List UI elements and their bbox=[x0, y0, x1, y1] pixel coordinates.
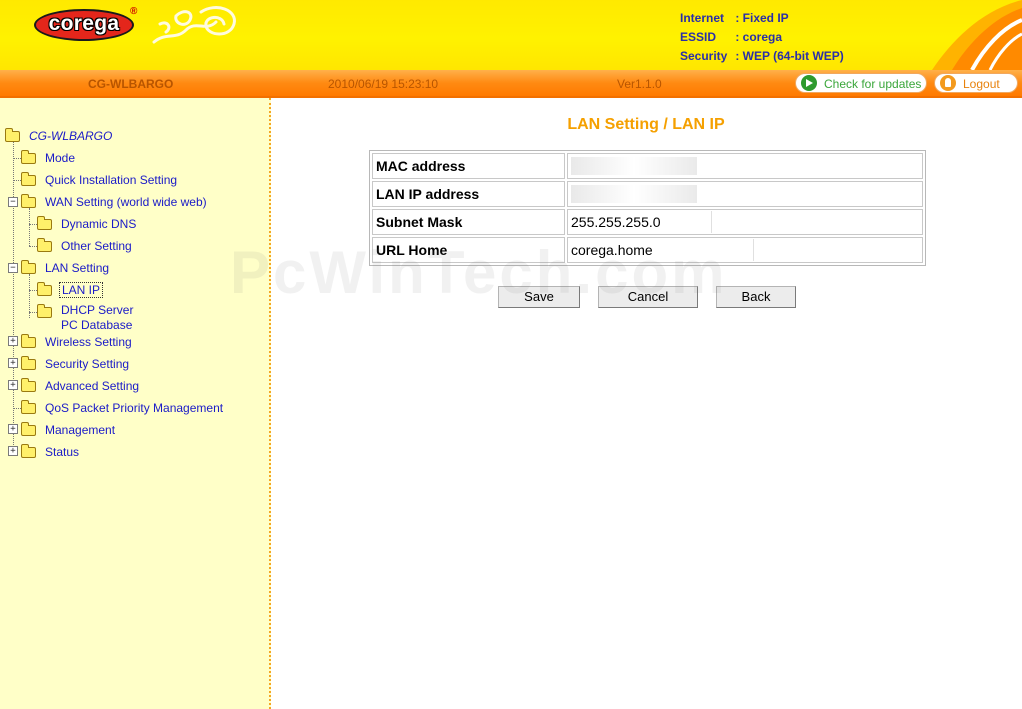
page-title: LAN Setting / LAN IP bbox=[567, 116, 725, 133]
form-row-lan-ip: LAN IP address bbox=[372, 181, 923, 207]
tree-line bbox=[13, 158, 21, 159]
folder-icon bbox=[21, 172, 36, 186]
info-key: Internet bbox=[680, 11, 725, 25]
tree-line bbox=[13, 408, 21, 409]
sidebar-item-label[interactable]: Dynamic DNS bbox=[61, 217, 136, 231]
info-internet: Internet : Fixed IP bbox=[680, 11, 844, 30]
tree-line bbox=[29, 208, 30, 246]
field-label: URL Home bbox=[372, 237, 565, 263]
sidebar-item-label[interactable]: Security Setting bbox=[45, 357, 129, 371]
folder-icon bbox=[37, 304, 52, 318]
field-label: Subnet Mask bbox=[372, 209, 565, 235]
tree-root-label[interactable]: CG-WLBARGO bbox=[29, 129, 112, 143]
folder-open-icon bbox=[5, 128, 20, 142]
subnet-mask-field[interactable]: 255.255.255.0 bbox=[567, 209, 923, 235]
sidebar-item-label[interactable]: Mode bbox=[45, 151, 75, 165]
lock-icon bbox=[940, 75, 956, 91]
header-swoosh-decoration bbox=[932, 0, 1022, 70]
cancel-button[interactable]: Cancel bbox=[598, 286, 698, 308]
lan-ip-form: MAC address LAN IP address Subnet Mask 2… bbox=[369, 150, 926, 266]
rose-emblem-icon bbox=[152, 6, 236, 44]
status-bar: CG-WLBARGO 2010/06/19 15:23:10 Ver1.1.0 … bbox=[0, 70, 1022, 98]
tree-line bbox=[29, 290, 37, 291]
sidebar-item-label[interactable]: QoS Packet Priority Management bbox=[45, 401, 223, 415]
tree-line bbox=[29, 246, 37, 247]
form-row-url-home: URL Home corega.home bbox=[372, 237, 923, 263]
logo-text: corega bbox=[48, 12, 120, 35]
field-value: 255.255.255.0 bbox=[571, 211, 712, 233]
sidebar-item-label[interactable]: Management bbox=[45, 423, 115, 437]
masked-value bbox=[571, 185, 697, 204]
check-updates-label: Check for updates bbox=[824, 77, 922, 91]
info-essid: ESSID : corega bbox=[680, 30, 844, 49]
field-value: corega.home bbox=[571, 239, 754, 261]
sidebar-item-label[interactable]: Wireless Setting bbox=[45, 335, 132, 349]
device-model: CG-WLBARGO bbox=[88, 77, 174, 91]
save-button[interactable]: Save bbox=[498, 286, 580, 308]
expand-icon[interactable]: + bbox=[8, 446, 18, 456]
connection-info: Internet : Fixed IP ESSID : corega Secur… bbox=[680, 11, 844, 68]
expand-icon[interactable]: + bbox=[8, 358, 18, 368]
folder-icon bbox=[37, 282, 52, 296]
expand-icon[interactable]: + bbox=[8, 380, 18, 390]
logout-label: Logout bbox=[963, 77, 1000, 91]
expand-icon[interactable]: + bbox=[8, 336, 18, 346]
sidebar-item-label[interactable]: WAN Setting (world wide web) bbox=[45, 195, 207, 209]
tree-line bbox=[13, 180, 21, 181]
info-key: ESSID bbox=[680, 30, 717, 44]
logout-button[interactable]: Logout bbox=[934, 73, 1018, 93]
folder-icon bbox=[21, 444, 36, 458]
header: corega ® Internet : Fixed IP ESSID : cor… bbox=[0, 0, 1022, 70]
sidebar-item-label[interactable]: Status bbox=[45, 445, 79, 459]
mac-address-value bbox=[567, 153, 923, 179]
sidebar-item-label[interactable]: LAN Setting bbox=[45, 261, 109, 275]
firmware-version: Ver1.1.0 bbox=[617, 77, 662, 91]
registered-mark: ® bbox=[130, 6, 138, 17]
corega-logo: corega bbox=[34, 9, 134, 41]
folder-open-icon bbox=[21, 194, 36, 208]
folder-icon bbox=[37, 216, 52, 230]
tree-line bbox=[13, 142, 14, 453]
url-home-field[interactable]: corega.home bbox=[567, 237, 923, 263]
form-row-mac: MAC address bbox=[372, 153, 923, 179]
sidebar-item-label[interactable]: Advanced Setting bbox=[45, 379, 139, 393]
form-row-subnet: Subnet Mask 255.255.255.0 bbox=[372, 209, 923, 235]
info-value: : WEP (64-bit WEP) bbox=[735, 49, 844, 63]
expand-icon[interactable]: + bbox=[8, 424, 18, 434]
sidebar-item-label[interactable]: LAN IP bbox=[59, 282, 104, 298]
folder-icon bbox=[21, 150, 36, 164]
collapse-icon[interactable]: − bbox=[8, 263, 18, 273]
sidebar-nav: CG-WLBARGO Mode Quick Installation Setti… bbox=[0, 98, 271, 709]
lan-ip-field[interactable] bbox=[567, 181, 923, 207]
field-label: MAC address bbox=[372, 153, 565, 179]
folder-icon bbox=[21, 422, 36, 436]
check-updates-button[interactable]: Check for updates bbox=[795, 73, 927, 93]
sidebar-item-label[interactable]: DHCP Server bbox=[61, 303, 133, 317]
info-value: : corega bbox=[735, 30, 783, 44]
sidebar-item-label[interactable]: Quick Installation Setting bbox=[45, 173, 177, 187]
field-label: LAN IP address bbox=[372, 181, 565, 207]
info-key: Security bbox=[680, 49, 728, 63]
info-security: Security : WEP (64-bit WEP) bbox=[680, 49, 844, 68]
arrow-right-icon bbox=[801, 75, 817, 91]
folder-open-icon bbox=[21, 260, 36, 274]
collapse-icon[interactable]: − bbox=[8, 197, 18, 207]
folder-icon bbox=[21, 400, 36, 414]
device-datetime: 2010/06/19 15:23:10 bbox=[328, 77, 439, 91]
sidebar-item-label[interactable]: Other Setting bbox=[61, 239, 132, 253]
folder-icon bbox=[37, 238, 52, 252]
masked-value bbox=[571, 157, 697, 176]
folder-icon bbox=[21, 334, 36, 348]
folder-icon bbox=[21, 378, 36, 392]
tree-line bbox=[29, 224, 37, 225]
tree-line bbox=[29, 312, 37, 313]
back-button[interactable]: Back bbox=[716, 286, 796, 308]
folder-icon bbox=[21, 356, 36, 370]
sidebar-item-label[interactable]: PC Database bbox=[61, 318, 132, 332]
info-value: : Fixed IP bbox=[735, 11, 789, 25]
